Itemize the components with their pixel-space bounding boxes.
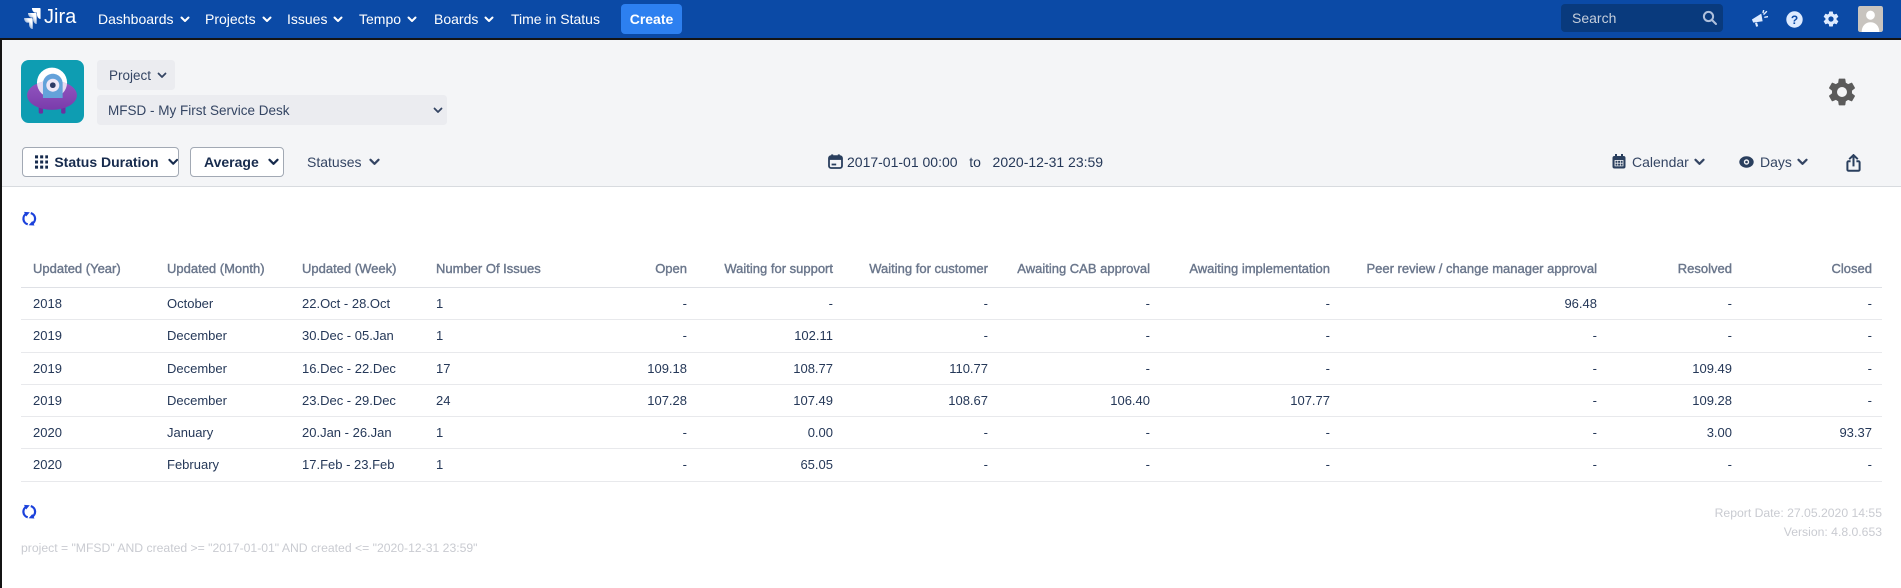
svg-text:?: ? bbox=[1791, 13, 1798, 27]
